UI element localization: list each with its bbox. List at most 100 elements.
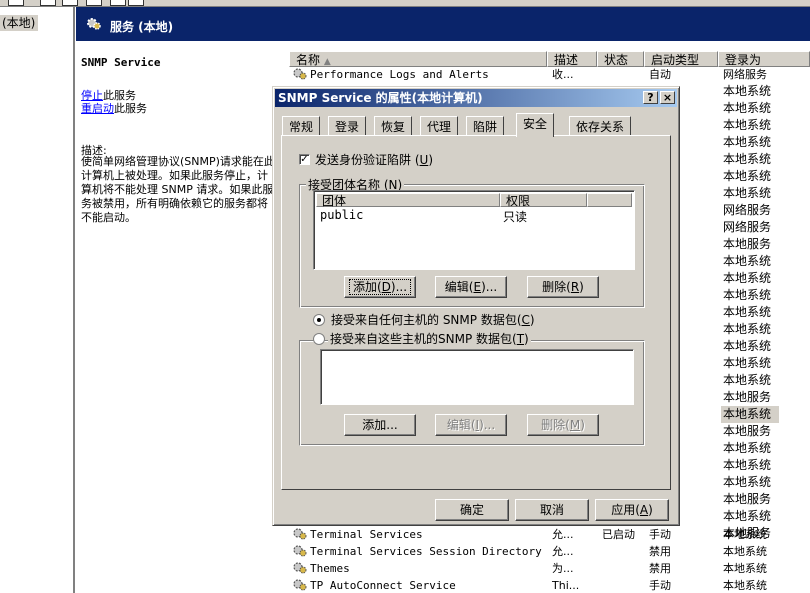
service-startup: 禁用 <box>649 562 671 575</box>
list-item[interactable]: Themes 为... 禁用 本地系统 <box>286 560 810 577</box>
list-item-logon[interactable]: 本地系统 <box>723 270 810 287</box>
restart-suffix: 此服务 <box>114 102 147 115</box>
list-item-logon[interactable]: 本地系统 <box>723 508 810 525</box>
list-item-logon[interactable]: 网络服务 <box>723 202 810 219</box>
send-auth-trap-label: 发送身份验证陷阱 (U) <box>315 153 433 167</box>
list-item-logon[interactable]: 本地服务 <box>723 389 810 406</box>
tab-traps[interactable]: 陷阱 <box>466 116 505 136</box>
list-item[interactable]: TP AutoConnect Service Thi... 手动 本地系统 <box>286 577 810 593</box>
tab-logon[interactable]: 登录 <box>328 116 367 136</box>
column-header-rights[interactable]: 权限 <box>500 193 587 208</box>
ok-button[interactable]: 确定 <box>435 499 509 521</box>
toolbar-icon-5[interactable] <box>110 0 126 6</box>
edit-community-button[interactable]: 编辑(E)... <box>435 276 507 298</box>
edit-host-button[interactable]: 编辑(I)... <box>435 414 507 436</box>
list-item-logon[interactable]: 本地服务 <box>723 491 810 508</box>
list-item-logon[interactable]: 本地系统 <box>723 83 810 100</box>
help-button[interactable]: ? <box>643 91 658 104</box>
list-item-logon[interactable]: 本地系统 <box>723 321 810 338</box>
toolbar-icon-2[interactable] <box>40 0 56 6</box>
list-item[interactable]: Performance Logs and Alerts 收... 自动 网络服务 <box>286 66 810 83</box>
list-item-logon[interactable]: 本地系统 <box>723 287 810 304</box>
service-startup: 手动 <box>649 579 671 592</box>
service-name: Terminal Services <box>310 528 423 541</box>
list-item-logon[interactable]: 本地系统 <box>723 304 810 321</box>
column-header-status[interactable]: 状态 <box>597 51 644 67</box>
toolbar-icon-3[interactable] <box>62 0 78 6</box>
services-title: 服务 (本地) <box>110 20 174 34</box>
tab-recovery[interactable]: 恢复 <box>374 116 413 136</box>
console-tree: (本地) <box>0 7 75 593</box>
gear-icon <box>86 17 102 34</box>
list-item-logon[interactable]: 本地系统 <box>723 151 810 168</box>
column-header-startup[interactable]: 启动类型 <box>644 51 718 67</box>
remove-host-button[interactable]: 删除(M) <box>527 414 599 436</box>
list-item-logon[interactable]: 本地系统 <box>723 185 810 202</box>
communities-list[interactable]: 团体 权限 public 只读 <box>313 190 635 270</box>
service-description-pane: SNMP Service 停止此服务 重启动此服务 描述: 使简单网络管理协议(… <box>76 42 276 593</box>
tab-dependencies[interactable]: 依存关系 <box>569 116 632 136</box>
tab-security[interactable]: 安全 <box>516 113 555 137</box>
column-header-logon[interactable]: 登录为 <box>718 51 810 67</box>
list-item-logon[interactable]: 本地系统 <box>723 338 810 355</box>
service-name: Terminal Services Session Directory <box>310 545 542 558</box>
list-item-logon[interactable]: 本地服务 <box>723 236 810 253</box>
list-item-logon[interactable]: 本地系统 <box>723 253 810 270</box>
service-startup: 禁用 <box>649 545 671 558</box>
accept-these-hosts-radio[interactable] <box>313 333 325 345</box>
tab-general[interactable]: 常规 <box>282 116 321 136</box>
list-item-logon[interactable]: 本地系统 <box>723 372 810 389</box>
gear-icon <box>292 578 308 593</box>
restart-service-link[interactable]: 重启动 <box>81 102 114 115</box>
services-header: 服务 (本地) <box>76 7 810 41</box>
service-desc: 允... <box>552 545 574 558</box>
column-header-community[interactable]: 团体 <box>316 193 500 208</box>
tree-item-local[interactable]: (本地) <box>0 15 38 31</box>
list-item-logon[interactable]: 本地系统 <box>723 134 810 151</box>
list-item-logon[interactable]: 本地服务 <box>723 525 810 542</box>
list-item-logon[interactable]: 本地系统 <box>723 168 810 185</box>
toolbar-icon-1[interactable] <box>8 0 24 6</box>
list-item-logon[interactable]: 本地系统 <box>723 440 810 457</box>
list-item-logon[interactable]: 本地系统 <box>723 100 810 117</box>
service-desc: Thi... <box>552 579 580 592</box>
snmp-properties-dialog: SNMP Service 的属性(本地计算机) ? × 常规 登录 恢复 代理 … <box>272 86 680 526</box>
add-host-button[interactable]: 添加... <box>344 414 416 436</box>
close-icon[interactable]: × <box>660 91 675 104</box>
list-item-logon[interactable]: 本地系统 <box>723 117 810 134</box>
service-name: Performance Logs and Alerts <box>310 68 489 81</box>
toolbar-icon-6[interactable] <box>128 0 144 6</box>
toolbar <box>0 0 810 7</box>
dialog-title: SNMP Service 的属性(本地计算机) <box>278 91 483 105</box>
apply-button[interactable]: 应用(A) <box>595 499 669 521</box>
accept-any-host-radio[interactable] <box>313 314 325 326</box>
dialog-title-bar[interactable]: SNMP Service 的属性(本地计算机) ? × <box>275 89 677 107</box>
column-header-desc[interactable]: 描述 <box>547 51 597 67</box>
list-item[interactable]: Terminal Services Session Directory 允... 禁… <box>286 543 810 560</box>
service-status: 已启动 <box>602 528 635 541</box>
cancel-button[interactable]: 取消 <box>515 499 589 521</box>
accept-any-host-label: 接受来自任何主机的 SNMP 数据包(C) <box>331 313 535 327</box>
list-item-logon[interactable]: 网络服务 <box>723 219 810 236</box>
hosts-list[interactable] <box>320 349 634 405</box>
list-item-logon[interactable]: 本地系统 <box>723 474 810 491</box>
list-item-logon[interactable]: 本地服务 <box>723 423 810 440</box>
toolbar-icon-4[interactable] <box>86 0 102 6</box>
remove-community-button[interactable]: 删除(R) <box>527 276 599 298</box>
accept-these-hosts-label: 接受来自这些主机的SNMP 数据包(T) <box>328 330 531 347</box>
selected-service-name: SNMP Service <box>81 56 161 69</box>
add-community-button[interactable]: 添加(D)... <box>344 276 416 298</box>
list-item-logon[interactable]: 本地系统 <box>723 457 810 474</box>
list-item-logon[interactable]: 本地系统 <box>721 406 779 423</box>
service-desc: 收... <box>552 68 574 81</box>
service-logon: 本地系统 <box>723 545 767 558</box>
gear-icon <box>292 67 308 86</box>
list-item-logon[interactable]: 本地系统 <box>723 355 810 372</box>
send-auth-trap-checkbox[interactable]: ✓ <box>299 154 310 165</box>
service-desc: 为... <box>552 562 574 575</box>
service-name: TP AutoConnect Service <box>310 579 456 592</box>
column-header-name[interactable]: 名称 ▲ <box>289 51 547 67</box>
community-name[interactable]: public <box>320 208 363 222</box>
tab-agent[interactable]: 代理 <box>420 116 459 136</box>
service-logon: 本地系统 <box>723 562 767 575</box>
